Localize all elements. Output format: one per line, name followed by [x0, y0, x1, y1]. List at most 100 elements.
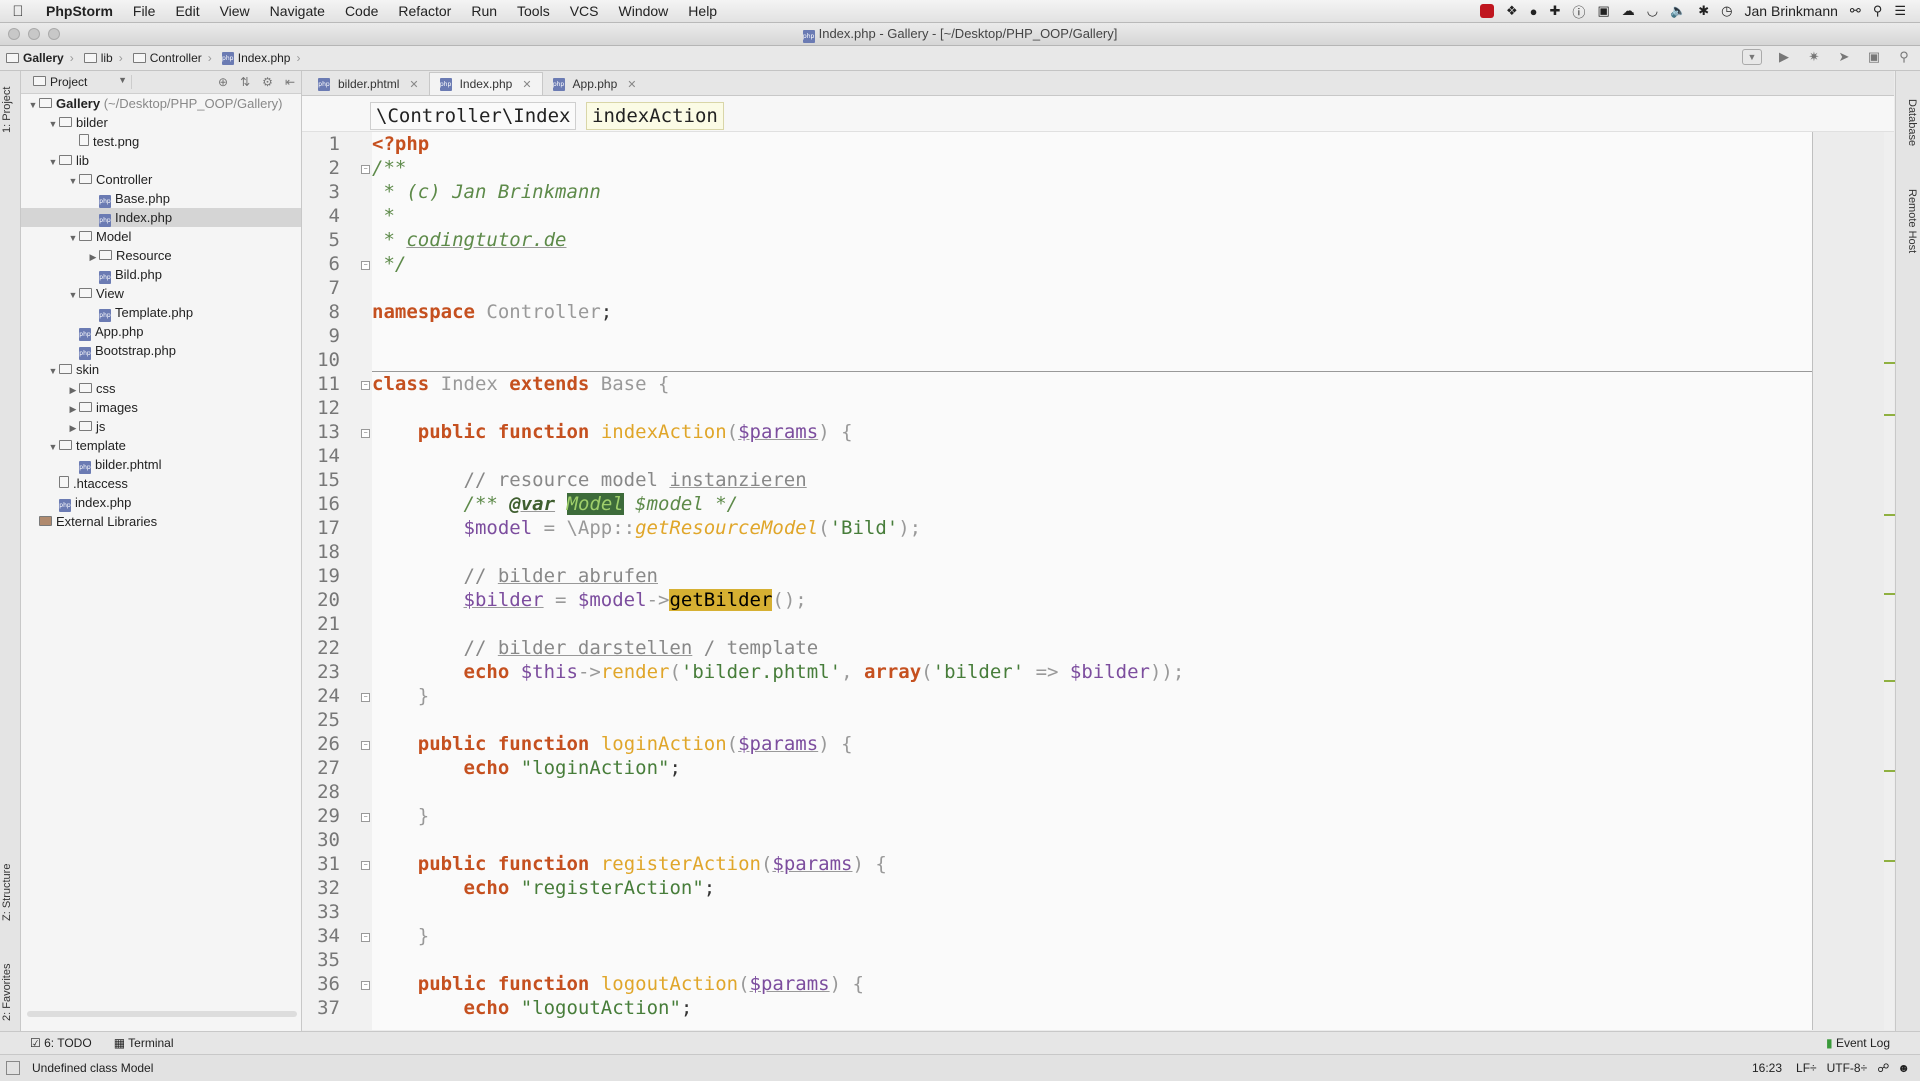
code-line[interactable]: public function indexAction($params) { — [372, 421, 853, 443]
code-line[interactable]: public function loginAction($params) { — [372, 733, 853, 755]
menu-vcs[interactable]: VCS — [560, 0, 609, 22]
code-line[interactable]: // resource model instanzieren — [372, 469, 807, 491]
tree-item-bild-php[interactable]: php Bild.php — [21, 265, 301, 284]
code-line[interactable]: public function logoutAction($params) { — [372, 973, 864, 995]
code-line[interactable]: $model = \App::getResourceModel('Bild'); — [372, 517, 922, 539]
fold-marker-icon[interactable]: − — [361, 429, 370, 438]
wifi-icon[interactable]: ◡ — [1647, 3, 1658, 19]
event-log-tab[interactable]: ▮ Event Log — [1826, 1036, 1890, 1050]
code-line[interactable]: * (c) Jan Brinkmann — [372, 181, 600, 203]
code-line[interactable]: echo "logoutAction"; — [372, 997, 693, 1019]
todo-tab[interactable]: ☑ 6: TODO — [30, 1036, 92, 1050]
tree-item-images[interactable]: ▶ images — [21, 398, 301, 417]
code-line[interactable]: } — [372, 925, 429, 947]
close-tab-icon[interactable]: ✕ — [522, 78, 531, 91]
user-name[interactable]: Jan Brinkmann — [1745, 3, 1838, 19]
fold-marker-icon[interactable]: − — [361, 861, 370, 870]
accessibility-icon[interactable]: ⚯ — [1850, 3, 1861, 19]
fold-marker-icon[interactable]: − — [361, 981, 370, 990]
fold-marker-icon[interactable]: − — [361, 381, 370, 390]
tree-item-controller[interactable]: ▼ Controller — [21, 170, 301, 189]
tree-item-bilder-phtml[interactable]: php bilder.phtml — [21, 455, 301, 474]
code-line[interactable]: } — [372, 805, 429, 827]
project-view-selector[interactable]: Project ▼ — [29, 75, 132, 89]
code-line[interactable]: // bilder darstellen / template — [372, 637, 819, 659]
lock-icon[interactable]: ☍ — [1877, 1061, 1889, 1075]
tool-tab-database[interactable]: Database — [1906, 99, 1918, 146]
hide-panel-icon[interactable]: ⇤ — [285, 75, 295, 89]
tree-item-index-php[interactable]: php index.php — [21, 493, 301, 512]
collapse-all-icon[interactable]: ⇅ — [240, 75, 250, 89]
breadcrumb-namespace[interactable]: \Controller\Index — [370, 102, 577, 130]
tree-item-bootstrap-php[interactable]: php Bootstrap.php — [21, 341, 301, 360]
volume-icon[interactable]: 🔈 — [1670, 3, 1686, 19]
tree-item-template[interactable]: ▼ template — [21, 436, 301, 455]
breadcrumb-index-php[interactable]: php Index.php › — [216, 51, 305, 65]
line-separator[interactable]: LF÷ — [1796, 1061, 1817, 1075]
tree-item-index-php[interactable]: php Index.php — [21, 208, 301, 227]
code-line[interactable]: /** @var Model $model */ — [372, 493, 738, 515]
breadcrumb-controller[interactable]: Controller › — [127, 51, 216, 65]
code-line[interactable]: <?php — [372, 133, 429, 155]
terminal-tab[interactable]: ▦ Terminal — [114, 1036, 174, 1050]
menu-window[interactable]: Window — [609, 0, 679, 22]
breadcrumb-lib[interactable]: lib › — [78, 51, 127, 65]
code-line[interactable]: * — [372, 205, 394, 227]
fold-marker-icon[interactable]: − — [361, 813, 370, 822]
tree-item-test-png[interactable]: test.png — [21, 132, 301, 151]
tab-index-php[interactable]: php Index.php ✕ — [428, 72, 543, 95]
fold-marker-icon[interactable]: − — [361, 261, 370, 270]
tool-tab-project[interactable]: 1: Project — [1, 87, 13, 133]
menu-navigate[interactable]: Navigate — [260, 0, 335, 22]
time-machine-icon[interactable]: ◷ — [1721, 3, 1732, 19]
menu-file[interactable]: File — [123, 0, 166, 22]
gear-icon[interactable]: ⚙ — [262, 75, 273, 89]
tree-item-lib[interactable]: ▼ lib — [21, 151, 301, 170]
code-line[interactable]: */ — [372, 253, 406, 275]
fold-marker-icon[interactable]: − — [361, 933, 370, 942]
menu-app-name[interactable]: PhpStorm — [36, 0, 123, 22]
breadcrumb-gallery[interactable]: Gallery › — [0, 51, 78, 65]
tree-item-skin[interactable]: ▼ skin — [21, 360, 301, 379]
tool-tab-remote-host[interactable]: Remote Host — [1906, 189, 1918, 253]
menu-tools[interactable]: Tools — [507, 0, 560, 22]
info-icon[interactable]: ⓘ — [1572, 2, 1585, 21]
inspector-icon[interactable]: ☻ — [1897, 1061, 1910, 1075]
fold-marker-icon[interactable]: − — [361, 693, 370, 702]
close-tab-icon[interactable]: ✕ — [409, 78, 418, 91]
tree-item-app-php[interactable]: php App.php — [21, 322, 301, 341]
menu-code[interactable]: Code — [335, 0, 388, 22]
code-line[interactable]: $bilder = $model->getBilder(); — [372, 589, 807, 611]
tree-item-htaccess[interactable]: .htaccess — [21, 474, 301, 493]
close-tab-icon[interactable]: ✕ — [627, 78, 636, 91]
tree-item-base-php[interactable]: php Base.php — [21, 189, 301, 208]
evernote-icon[interactable]: ● — [1530, 4, 1538, 19]
debug-icon[interactable]: ✷ — [1806, 49, 1822, 65]
tree-item-model[interactable]: ▼ Model — [21, 227, 301, 246]
code-line[interactable]: class Index extends Base { — [372, 373, 669, 395]
menu-refactor[interactable]: Refactor — [388, 0, 461, 22]
tool-tab-favorites[interactable]: 2: Favorites — [1, 964, 13, 1021]
tree-item-js[interactable]: ▶ js — [21, 417, 301, 436]
tree-item-css[interactable]: ▶ css — [21, 379, 301, 398]
stop-icon[interactable]: ▣ — [1866, 49, 1882, 65]
record-icon[interactable] — [1480, 4, 1494, 18]
tab-bilder-phtml[interactable]: php bilder.phtml ✕ — [308, 73, 429, 95]
dropbox-icon[interactable]: ❖ — [1506, 3, 1518, 19]
fold-marker-icon[interactable]: − — [361, 165, 370, 174]
code-line[interactable]: namespace Controller; — [372, 301, 612, 323]
tool-tab-structure[interactable]: Z: Structure — [1, 864, 13, 921]
cloud-icon[interactable]: ☁ — [1622, 3, 1635, 19]
scroll-from-source-icon[interactable]: ⊕ — [218, 75, 228, 89]
menu-run[interactable]: Run — [461, 0, 507, 22]
menu-help[interactable]: Help — [678, 0, 727, 22]
tab-app-php[interactable]: php App.php ✕ — [543, 73, 647, 95]
run-icon[interactable]: ▶ — [1776, 49, 1792, 65]
run-config-dropdown[interactable]: ▼ — [1742, 49, 1762, 65]
code-line[interactable]: echo "loginAction"; — [372, 757, 681, 779]
menu-edit[interactable]: Edit — [165, 0, 209, 22]
file-encoding[interactable]: UTF-8÷ — [1827, 1061, 1868, 1075]
tree-item-bilder[interactable]: ▼ bilder — [21, 113, 301, 132]
code-line[interactable]: * codingtutor.de — [372, 229, 566, 251]
notification-icon[interactable]: ☰ — [1894, 3, 1906, 19]
